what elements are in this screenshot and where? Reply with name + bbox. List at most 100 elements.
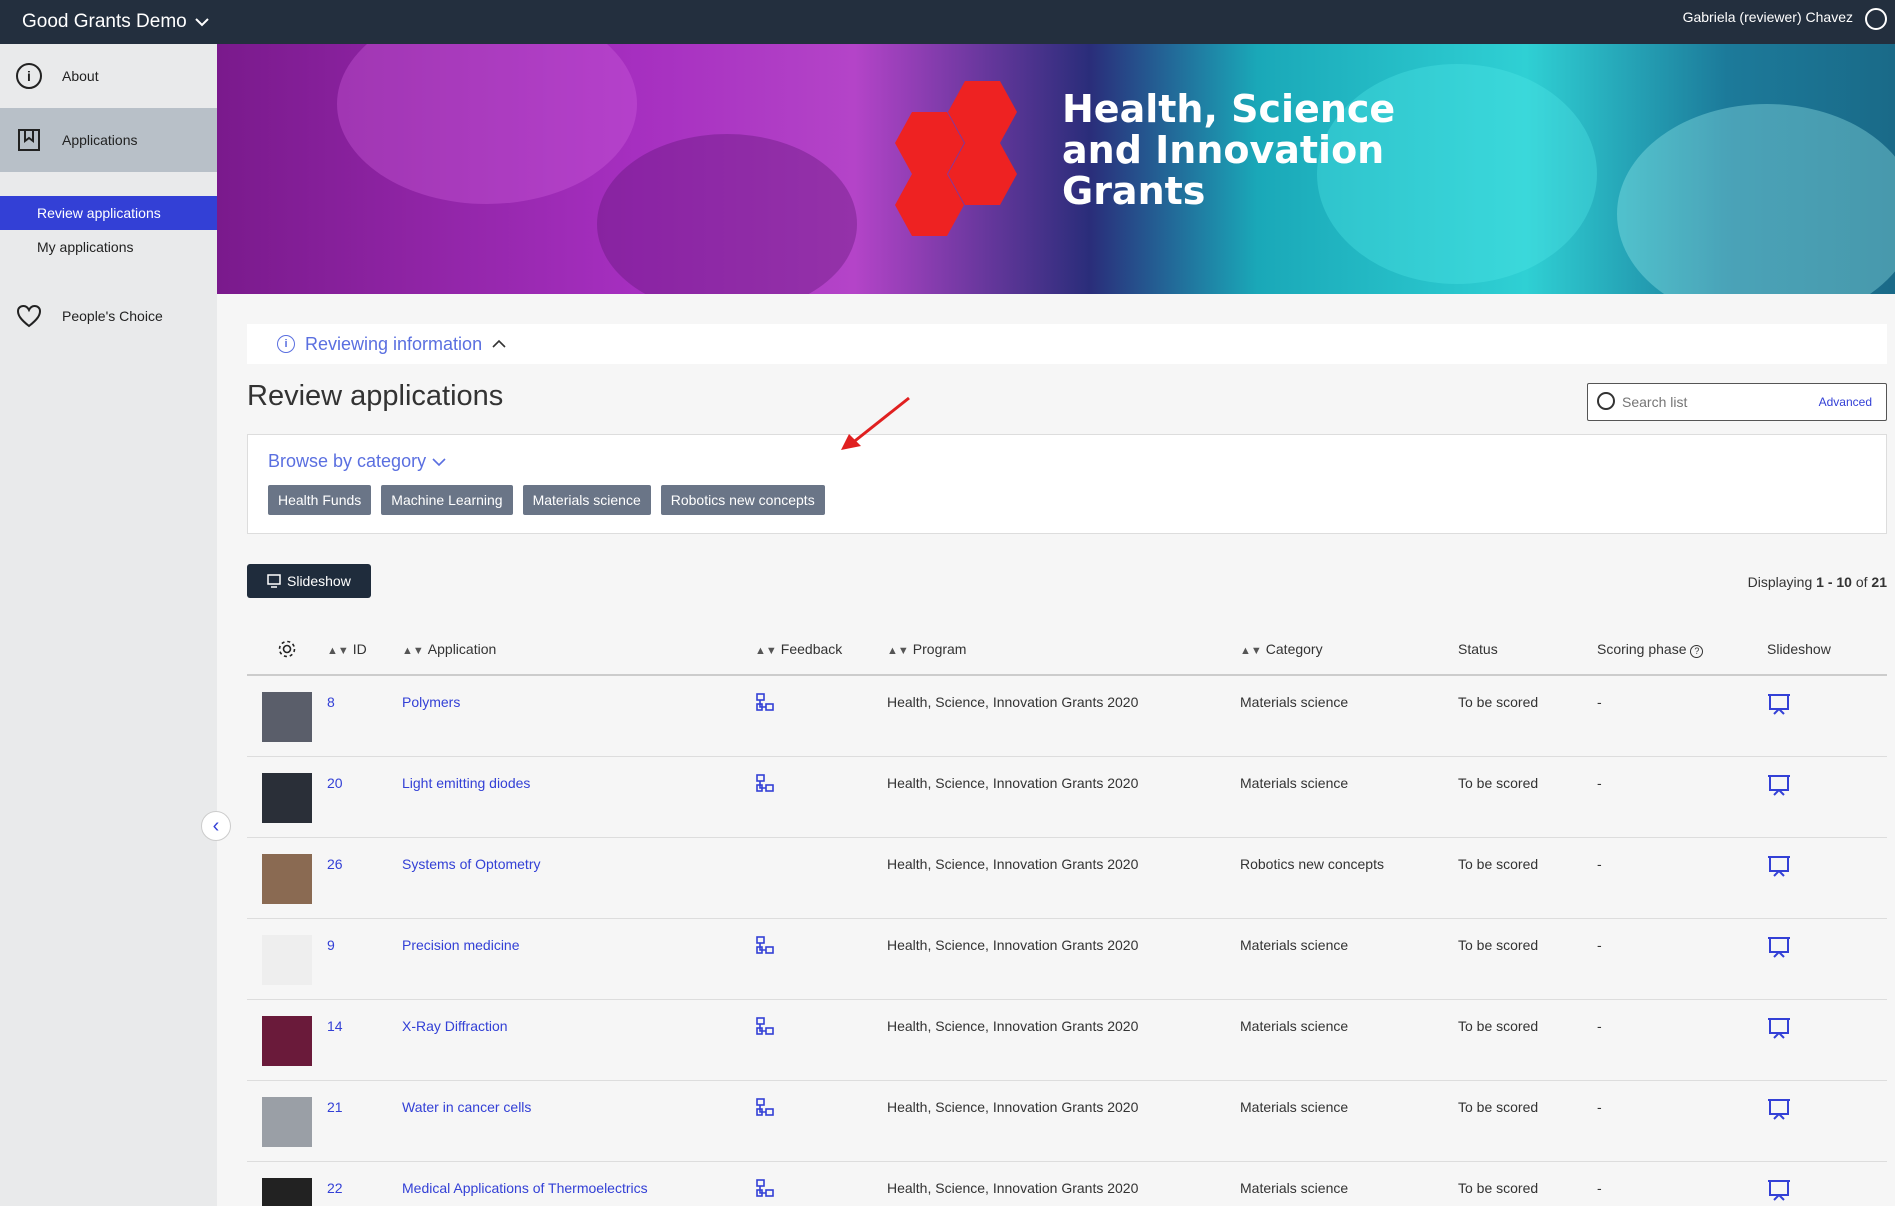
search-input[interactable] (1622, 394, 1812, 410)
collapse-sidebar-button[interactable]: ‹ (201, 811, 231, 841)
user-name[interactable]: Gabriela (reviewer) Chavez (1683, 9, 1853, 25)
feedback-icon[interactable] (755, 935, 775, 955)
table-row: 26 Systems of Optometry Health, Science,… (247, 838, 1887, 919)
sidebar-item-about[interactable]: i About (0, 44, 217, 108)
phase-text: - (1597, 937, 1602, 953)
column-header-category[interactable]: ▲▼ Category (1240, 641, 1458, 657)
id-cell: 22 (327, 1162, 402, 1206)
column-header-scoring-phase: Scoring phase ? (1597, 641, 1767, 658)
feedback-icon[interactable] (755, 692, 775, 712)
browse-label: Browse by category (268, 451, 427, 471)
app-switcher[interactable]: Good Grants Demo (0, 11, 209, 33)
application-id-link[interactable]: 20 (327, 775, 343, 791)
application-title-link[interactable]: Light emitting diodes (402, 775, 530, 791)
application-title-link[interactable]: X-Ray Diffraction (402, 1018, 508, 1034)
status-cell: To be scored (1458, 1162, 1597, 1206)
application-title-link[interactable]: Water in cancer cells (402, 1099, 531, 1115)
sidebar-item-peoples-choice[interactable]: People's Choice (0, 284, 217, 348)
search-icon (1597, 392, 1615, 410)
banner-title-line: and Innovation (1062, 128, 1385, 172)
category-cell: Materials science (1240, 1162, 1458, 1206)
program-text: Health, Science, Innovation Grants 2020 (887, 1018, 1139, 1034)
sidebar-item-label: About (62, 68, 99, 84)
column-settings-button[interactable] (247, 639, 327, 659)
application-title-link[interactable]: Polymers (402, 694, 460, 710)
thumbnail-cell (247, 1000, 327, 1080)
category-chip[interactable]: Robotics new concepts (660, 485, 825, 515)
presentation-icon[interactable] (1767, 1178, 1791, 1202)
application-id-link[interactable]: 9 (327, 937, 335, 953)
feedback-icon[interactable] (755, 1016, 775, 1036)
help-icon[interactable]: ? (1690, 644, 1704, 658)
application-thumbnail[interactable] (262, 1097, 312, 1147)
info-icon: i (277, 335, 295, 353)
application-id-link[interactable]: 8 (327, 694, 335, 710)
table-row: 20 Light emitting diodes Health, Science… (247, 757, 1887, 838)
feedback-cell (755, 1162, 887, 1206)
thumbnail-cell (247, 676, 327, 756)
phase-text: - (1597, 1018, 1602, 1034)
id-cell: 26 (327, 838, 402, 918)
banner-title-line: Grants (1062, 169, 1206, 213)
application-title-link[interactable]: Precision medicine (402, 937, 520, 953)
category-cell: Materials science (1240, 1000, 1458, 1080)
chevron-up-icon (492, 339, 506, 348)
sort-icon: ▲▼ (1240, 645, 1262, 657)
feedback-icon[interactable] (755, 773, 775, 793)
application-id-link[interactable]: 26 (327, 856, 343, 872)
application-thumbnail[interactable] (262, 854, 312, 904)
application-thumbnail[interactable] (262, 1016, 312, 1066)
phase-text: - (1597, 1180, 1602, 1196)
sidebar-subitem-my-applications[interactable]: My applications (0, 230, 217, 264)
program-cell: Health, Science, Innovation Grants 2020 (887, 676, 1240, 756)
program-text: Health, Science, Innovation Grants 2020 (887, 694, 1139, 710)
feedback-cell (755, 757, 887, 837)
sidebar-item-applications[interactable]: Applications (0, 108, 217, 172)
presentation-icon[interactable] (1767, 692, 1791, 716)
application-id-link[interactable]: 21 (327, 1099, 343, 1115)
presentation-icon[interactable] (1767, 854, 1791, 878)
sort-icon: ▲▼ (327, 645, 349, 657)
chevron-down-icon (195, 18, 209, 27)
column-label: Category (1265, 641, 1323, 657)
status-cell: To be scored (1458, 838, 1597, 918)
application-thumbnail[interactable] (262, 773, 312, 823)
presentation-icon[interactable] (1767, 773, 1791, 797)
application-thumbnail[interactable] (262, 692, 312, 742)
user-avatar-icon[interactable] (1865, 8, 1887, 30)
sidebar-subitem-label: Review applications (37, 205, 161, 221)
category-cell: Materials science (1240, 757, 1458, 837)
application-thumbnail[interactable] (262, 1178, 312, 1206)
column-label: Feedback (780, 641, 843, 657)
status-cell: To be scored (1458, 676, 1597, 756)
presentation-icon (267, 574, 281, 588)
column-header-id[interactable]: ▲▼ ID (327, 641, 402, 657)
reviewing-information-toggle[interactable]: i Reviewing information (247, 324, 1887, 364)
application-thumbnail[interactable] (262, 935, 312, 985)
presentation-icon[interactable] (1767, 935, 1791, 959)
category-chip[interactable]: Machine Learning (381, 485, 513, 515)
slideshow-button[interactable]: Slideshow (247, 564, 371, 598)
banner-title-line: Health, Science (1062, 87, 1396, 131)
sort-icon: ▲▼ (402, 645, 424, 657)
application-title-link[interactable]: Medical Applications of Thermoelectrics (402, 1180, 648, 1196)
application-id-link[interactable]: 22 (327, 1180, 343, 1196)
id-cell: 8 (327, 676, 402, 756)
column-header-application[interactable]: ▲▼ Application (402, 641, 755, 657)
feedback-icon[interactable] (755, 1097, 775, 1117)
application-cell: Medical Applications of Thermoelectrics (402, 1162, 755, 1206)
column-header-program[interactable]: ▲▼ Program (887, 641, 1240, 657)
advanced-search-link[interactable]: Advanced (1819, 395, 1872, 409)
category-text: Materials science (1240, 1018, 1349, 1034)
sidebar-subitem-review-applications[interactable]: Review applications (0, 196, 217, 230)
category-chip[interactable]: Health Funds (268, 485, 372, 515)
column-header-feedback[interactable]: ▲▼ Feedback (755, 641, 887, 657)
status-text: To be scored (1458, 856, 1539, 872)
presentation-icon[interactable] (1767, 1097, 1791, 1121)
browse-by-category-toggle[interactable]: Browse by category (268, 451, 446, 472)
feedback-icon[interactable] (755, 1178, 775, 1198)
category-chip[interactable]: Materials science (522, 485, 651, 515)
presentation-icon[interactable] (1767, 1016, 1791, 1040)
application-title-link[interactable]: Systems of Optometry (402, 856, 540, 872)
application-id-link[interactable]: 14 (327, 1018, 343, 1034)
